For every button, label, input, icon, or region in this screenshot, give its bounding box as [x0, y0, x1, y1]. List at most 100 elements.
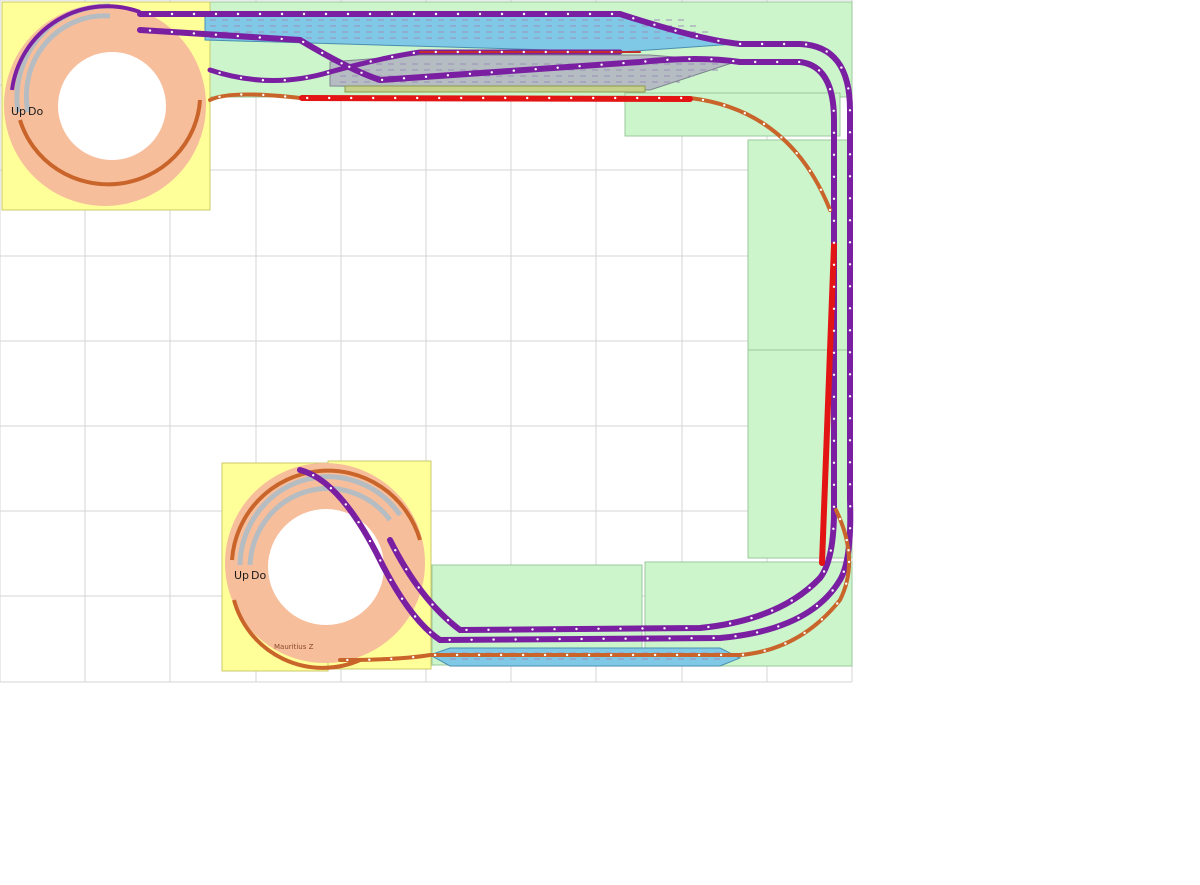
sleeper-dot	[797, 616, 800, 619]
sleeper-dot	[636, 96, 639, 100]
sleeper-dot	[431, 603, 434, 606]
sleeper-dot	[832, 219, 836, 222]
sleeper-dot	[653, 23, 656, 26]
sleeper-dot	[848, 439, 852, 442]
sleeper-dot	[832, 395, 836, 398]
sleeper-dot	[831, 589, 834, 592]
sleeper-dot	[829, 549, 832, 552]
sleeper-dot	[456, 12, 460, 16]
sleeper-dot	[790, 599, 793, 602]
sleeper-dot	[845, 582, 848, 585]
sleeper-dot	[848, 351, 852, 354]
sleeper-dot	[688, 57, 691, 61]
sleeper-dot	[544, 50, 547, 54]
helix-bottom-left-down-label: Do	[251, 569, 266, 582]
sleeper-dot	[808, 586, 811, 589]
sleeper-dot	[784, 642, 787, 645]
sleeper-dot	[646, 637, 649, 640]
sleeper-dot	[433, 653, 437, 657]
sleeper-dot	[448, 638, 451, 642]
sleeper-dot	[690, 637, 693, 640]
sleeper-dot	[470, 638, 473, 641]
sleeper-dot	[390, 657, 393, 660]
sleeper-dot	[619, 627, 622, 630]
sleeper-dot	[675, 653, 679, 657]
sleeper-dot	[170, 30, 174, 34]
sleeper-dot	[261, 79, 265, 82]
sleeper-dot	[848, 461, 852, 464]
sleeper-dot	[848, 175, 852, 178]
sleeper-dot	[302, 40, 305, 44]
sleeper-dot	[832, 373, 836, 376]
sleeper-dot	[587, 653, 591, 657]
helix-hole	[58, 52, 166, 160]
sleeper-dot	[424, 75, 428, 79]
sleeper-dot	[782, 42, 786, 46]
sleeper-dot	[346, 12, 350, 16]
sleeper-dot	[357, 521, 360, 524]
sleeper-dot	[588, 12, 592, 16]
sleeper-dot	[580, 637, 583, 641]
sleeper-dot	[836, 602, 839, 605]
sleeper-dot	[838, 517, 842, 521]
sleeper-dot	[368, 12, 372, 16]
sleeper-dot	[417, 586, 420, 589]
sleeper-dot	[526, 96, 529, 100]
sleeper-dot	[820, 618, 824, 621]
sleeper-dot	[394, 549, 397, 552]
sleeper-dot	[622, 61, 625, 65]
sleeper-dot	[754, 60, 757, 64]
sleeper-dot	[780, 136, 783, 139]
sleeper-dot	[666, 58, 669, 61]
sleeper-dot	[848, 131, 852, 134]
sleeper-dot	[728, 622, 732, 625]
sleeper-dot	[832, 263, 836, 266]
sleeper-dot	[412, 656, 415, 659]
sleeper-dot	[544, 12, 548, 16]
sleeper-dot	[340, 62, 343, 65]
sleeper-dot	[848, 219, 852, 222]
sleeper-dot	[326, 71, 330, 74]
sleeper-dot	[468, 72, 472, 76]
sleeper-dot	[522, 12, 526, 16]
sleeper-dot	[743, 112, 746, 115]
sleeper-dot	[504, 96, 507, 100]
sleeper-dot	[236, 12, 240, 16]
sleeper-dot	[434, 12, 438, 16]
sleeper-dot	[446, 619, 450, 622]
sleeper-dot	[556, 66, 559, 69]
sleeper-dot	[239, 76, 243, 80]
sleeper-dot	[828, 208, 832, 212]
sleeper-dot	[832, 153, 836, 156]
sleeper-dot	[402, 77, 406, 80]
sleeper-dot	[531, 628, 534, 631]
sleeper-dot	[840, 66, 843, 69]
sleeper-dot	[258, 36, 261, 39]
sleeper-dot	[832, 307, 836, 310]
sleeper-dot	[701, 98, 705, 102]
sleeper-dot	[344, 503, 347, 506]
sleeper-dot	[455, 653, 459, 657]
sleeper-dot	[804, 43, 808, 46]
sleeper-dot	[847, 549, 850, 552]
sleeper-dot	[658, 96, 661, 100]
sleeper-dot	[389, 578, 392, 582]
sleeper-dot	[360, 71, 363, 75]
sleeper-dot	[624, 637, 627, 640]
sleeper-dot	[306, 96, 309, 100]
sleeper-dot	[192, 32, 196, 35]
sleeper-dot	[566, 50, 569, 54]
helix-bottom-left-up-label: Up	[234, 569, 249, 582]
sleeper-dot	[848, 483, 852, 486]
sleeper-dot	[312, 474, 315, 477]
sleeper-dot	[832, 461, 836, 464]
sleeper-dot	[845, 538, 848, 542]
sleeper-dot	[644, 60, 647, 63]
sleeper-dot	[819, 188, 823, 191]
sleeper-dot	[668, 637, 671, 640]
sleeper-dot	[218, 71, 221, 75]
sleeper-dot	[305, 76, 308, 79]
sleeper-dot	[832, 285, 836, 288]
sleeper-dot	[832, 483, 836, 486]
sleeper-dot	[825, 50, 828, 53]
